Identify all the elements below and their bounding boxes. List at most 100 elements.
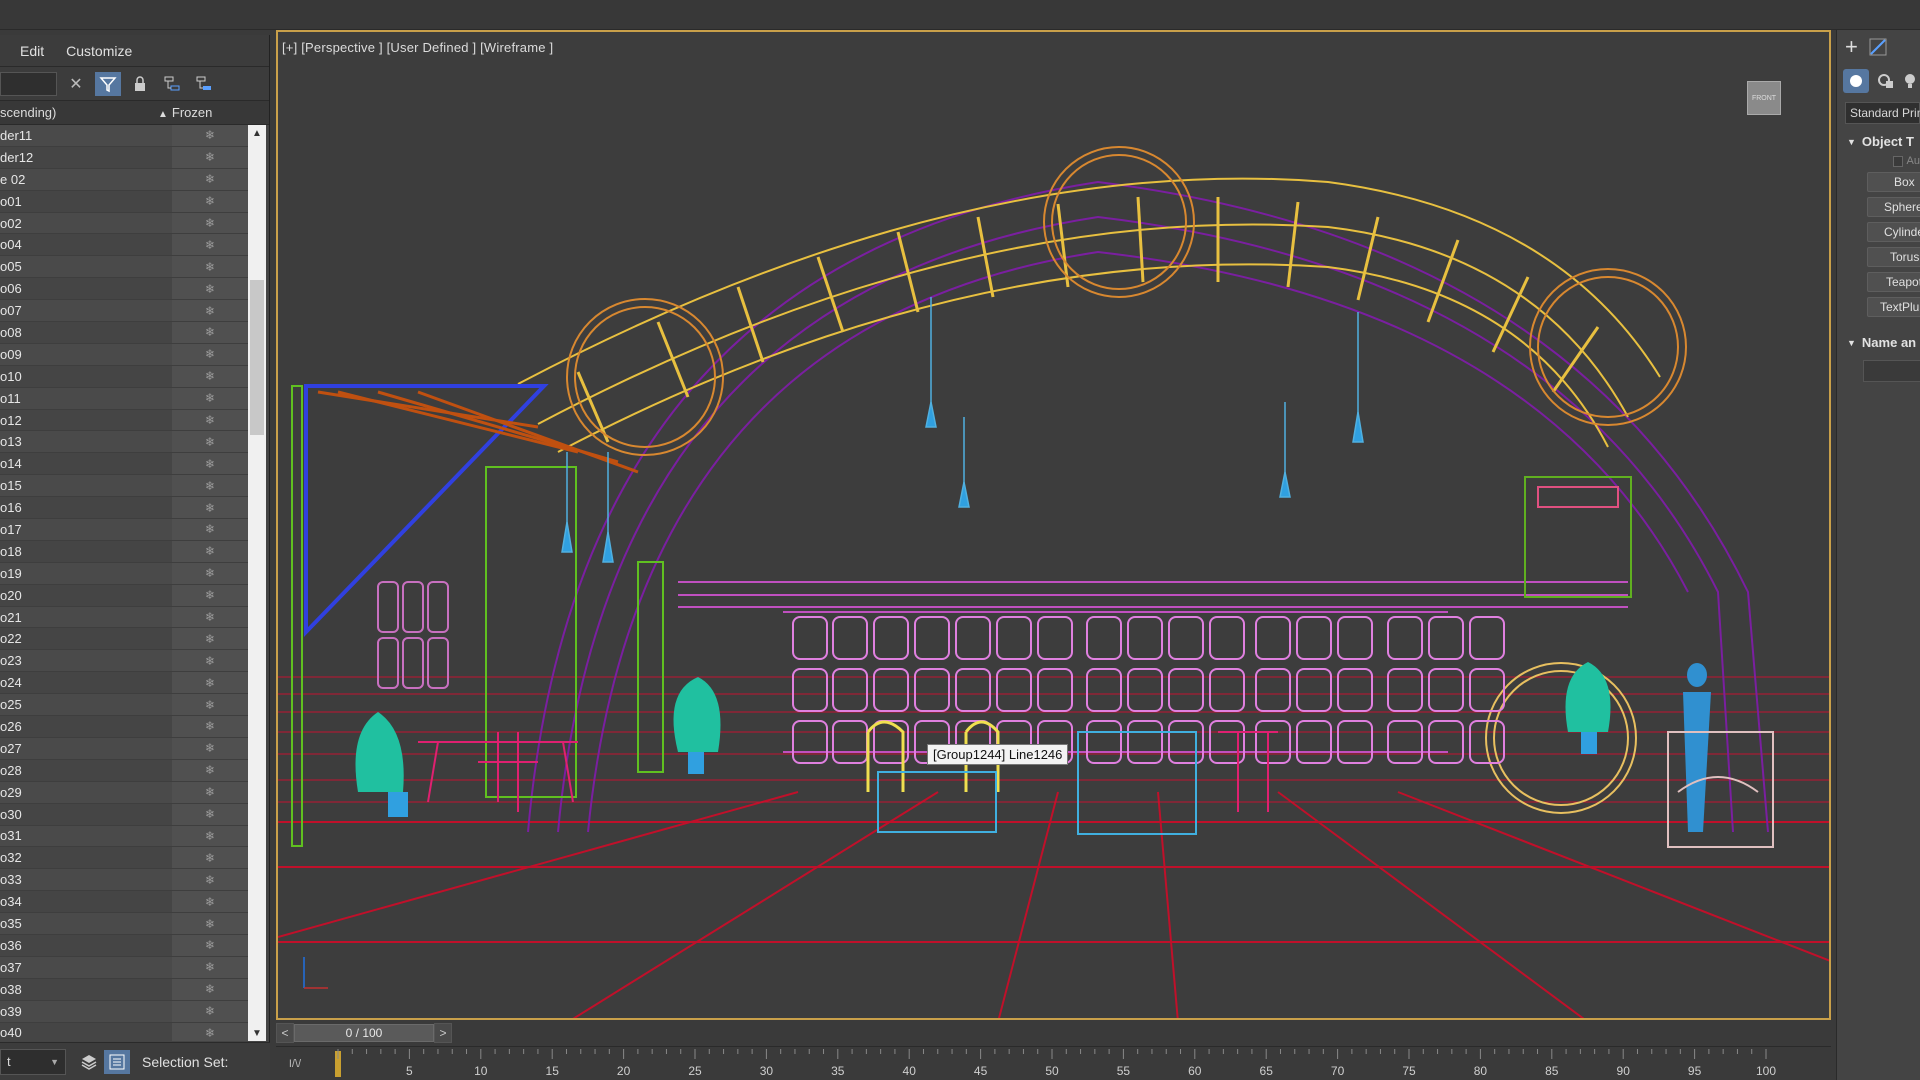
explorer-search-input[interactable]	[0, 71, 57, 96]
list-item[interactable]: der12 ❄	[0, 146, 248, 169]
list-item[interactable]: o09 ❄	[0, 343, 248, 366]
frozen-toggle[interactable]: ❄	[172, 431, 248, 453]
object-name-input[interactable]	[1863, 360, 1920, 382]
scroll-up-icon[interactable]: ▲	[248, 125, 266, 141]
list-item[interactable]: o29 ❄	[0, 781, 248, 804]
list-item[interactable]: o33 ❄	[0, 869, 248, 892]
frozen-toggle[interactable]: ❄	[172, 409, 248, 431]
viewport-label[interactable]: [+] [Perspective ] [User Defined ] [Wire…	[282, 40, 553, 55]
list-item[interactable]: o40 ❄	[0, 1022, 248, 1041]
cylinder-button[interactable]: Cylinde	[1867, 222, 1920, 242]
list-item[interactable]: der11 ❄	[0, 125, 248, 147]
list-item[interactable]: o27 ❄	[0, 737, 248, 760]
sphere-button[interactable]: Sphere	[1867, 197, 1920, 217]
list-item[interactable]: o16 ❄	[0, 497, 248, 520]
list-item[interactable]: o22 ❄	[0, 628, 248, 651]
frozen-toggle[interactable]: ❄	[172, 759, 248, 781]
frozen-toggle[interactable]: ❄	[172, 322, 248, 343]
list-item[interactable]: o14 ❄	[0, 453, 248, 476]
frozen-toggle[interactable]: ❄	[172, 562, 248, 584]
list-item[interactable]: o30 ❄	[0, 803, 248, 826]
list-item[interactable]: o07 ❄	[0, 300, 248, 323]
list-item[interactable]: o21 ❄	[0, 606, 248, 629]
list-item[interactable]: o15 ❄	[0, 475, 248, 498]
filter-button[interactable]	[95, 71, 121, 96]
list-item[interactable]: o10 ❄	[0, 365, 248, 388]
frozen-toggle[interactable]: ❄	[172, 781, 248, 803]
frozen-toggle[interactable]: ❄	[172, 365, 248, 387]
frozen-toggle[interactable]: ❄	[172, 278, 248, 300]
time-slider[interactable]: < 0 / 100 >	[276, 1022, 1831, 1044]
list-item[interactable]: o06 ❄	[0, 278, 248, 301]
list-item[interactable]: o19 ❄	[0, 562, 248, 585]
list-item[interactable]: o26 ❄	[0, 716, 248, 738]
frozen-toggle[interactable]: ❄	[172, 891, 248, 913]
frozen-toggle[interactable]: ❄	[172, 497, 248, 519]
hierarchy-button[interactable]	[159, 72, 185, 96]
menu-customize[interactable]: Customize	[66, 43, 132, 59]
light-bulb-icon[interactable]	[1903, 72, 1917, 90]
list-item[interactable]: o12 ❄	[0, 409, 248, 432]
layer-explorer-button[interactable]	[76, 1050, 102, 1074]
list-item[interactable]: o24 ❄	[0, 672, 248, 695]
list-item[interactable]: o23 ❄	[0, 650, 248, 673]
frozen-toggle[interactable]: ❄	[172, 540, 248, 562]
frozen-toggle[interactable]: ❄	[172, 234, 248, 256]
frozen-toggle[interactable]: ❄	[172, 737, 248, 759]
list-item[interactable]: o17 ❄	[0, 519, 248, 541]
shapes-icon[interactable]	[1877, 72, 1895, 90]
time-next-button[interactable]: >	[434, 1023, 452, 1043]
frozen-toggle[interactable]: ❄	[172, 584, 248, 606]
frozen-toggle[interactable]: ❄	[172, 934, 248, 956]
explorer-scrollbar[interactable]: ▲ ▼	[248, 125, 266, 1041]
name-and-color-rollout[interactable]: ▼ Name an	[1847, 335, 1920, 350]
list-item[interactable]: o34 ❄	[0, 891, 248, 914]
frozen-toggle[interactable]: ❄	[172, 168, 248, 190]
list-item[interactable]: o39 ❄	[0, 1000, 248, 1023]
scrollbar-thumb[interactable]	[250, 280, 264, 435]
menu-edit[interactable]: Edit	[20, 43, 44, 59]
frozen-toggle[interactable]: ❄	[172, 212, 248, 234]
frozen-toggle[interactable]: ❄	[172, 847, 248, 869]
frozen-toggle[interactable]: ❄	[172, 628, 248, 650]
list-item[interactable]: o18 ❄	[0, 540, 248, 563]
frozen-toggle[interactable]: ❄	[172, 300, 248, 322]
frozen-toggle[interactable]: ❄	[172, 1000, 248, 1022]
autogrid-checkbox-box[interactable]	[1893, 155, 1903, 167]
trackbar[interactable]: I/\/ 5 10 15 20 25 30 35 40 45 50 55 60 65 70 75 80 85 90…	[276, 1046, 1831, 1080]
list-item[interactable]: o04 ❄	[0, 234, 248, 257]
time-slider-thumb[interactable]: 0 / 100	[294, 1024, 434, 1042]
frozen-toggle[interactable]: ❄	[172, 453, 248, 475]
autogrid-checkbox[interactable]: Au	[1893, 155, 1920, 167]
frozen-toggle[interactable]: ❄	[172, 190, 248, 212]
list-item[interactable]: o20 ❄	[0, 584, 248, 607]
hierarchy-alt-button[interactable]	[191, 72, 217, 96]
list-item[interactable]: o36 ❄	[0, 934, 248, 957]
frozen-toggle[interactable]: ❄	[172, 125, 248, 146]
modify-tab-icon[interactable]	[1868, 37, 1888, 57]
list-item[interactable]: o37 ❄	[0, 956, 248, 979]
frozen-toggle[interactable]: ❄	[172, 672, 248, 694]
list-item[interactable]: o31 ❄	[0, 825, 248, 848]
lock-button[interactable]	[127, 72, 153, 96]
frozen-toggle[interactable]: ❄	[172, 978, 248, 1000]
list-item[interactable]: o35 ❄	[0, 913, 248, 935]
list-item[interactable]: e 02 ❄	[0, 168, 248, 191]
list-item[interactable]: o08 ❄	[0, 322, 248, 344]
frozen-toggle[interactable]: ❄	[172, 825, 248, 847]
list-item[interactable]: o01 ❄	[0, 190, 248, 213]
list-item[interactable]: o02 ❄	[0, 212, 248, 235]
frozen-toggle[interactable]: ❄	[172, 519, 248, 540]
frozen-toggle[interactable]: ❄	[172, 1022, 248, 1041]
list-item[interactable]: o11 ❄	[0, 387, 248, 410]
frozen-toggle[interactable]: ❄	[172, 803, 248, 825]
object-type-rollout[interactable]: ▼ Object T	[1847, 134, 1920, 149]
list-item[interactable]: o13 ❄	[0, 431, 248, 454]
viewcube[interactable]: FRONT	[1747, 81, 1781, 115]
frozen-toggle[interactable]: ❄	[172, 146, 248, 168]
geometry-category-button[interactable]	[1843, 69, 1869, 93]
list-item[interactable]: o25 ❄	[0, 694, 248, 717]
scroll-down-icon[interactable]: ▼	[248, 1025, 266, 1041]
list-item[interactable]: o32 ❄	[0, 847, 248, 870]
frozen-column-header[interactable]: ▲ Frozen	[158, 105, 212, 120]
